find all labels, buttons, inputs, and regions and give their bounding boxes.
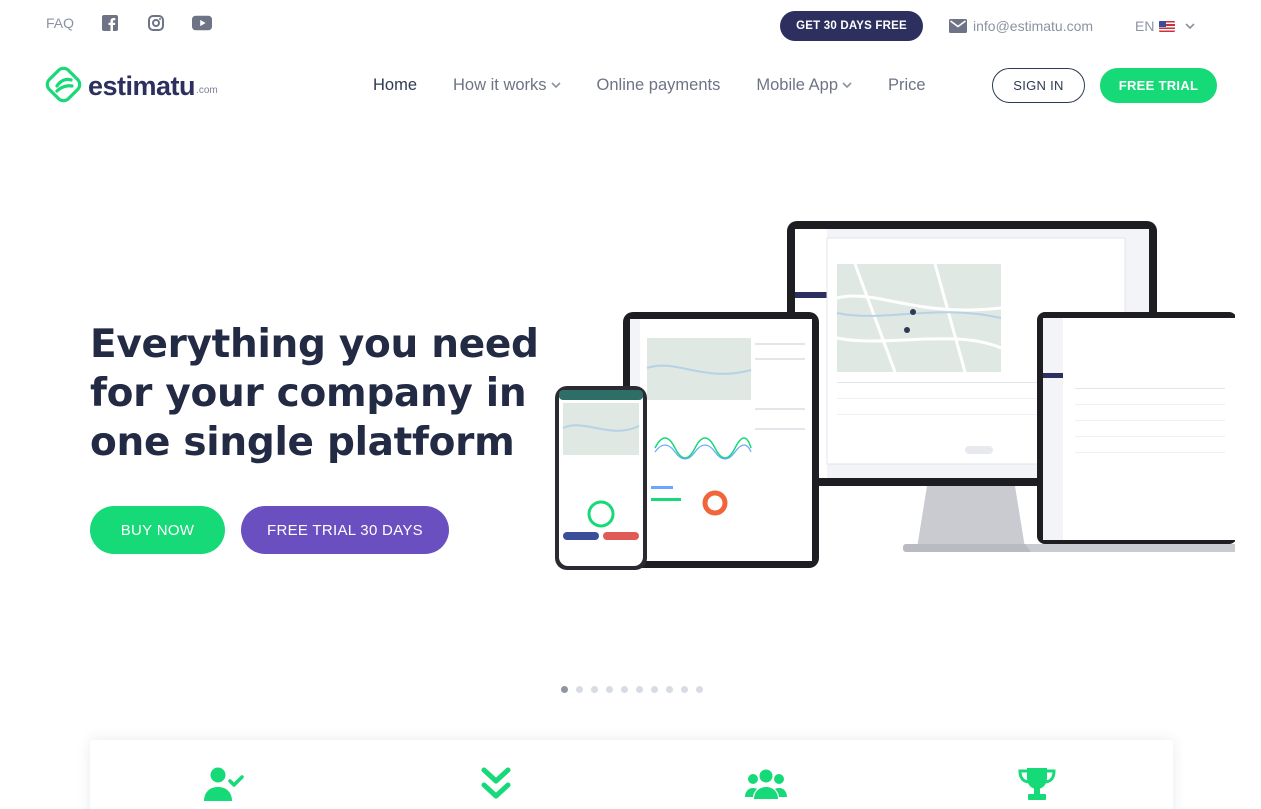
nav-item-price[interactable]: Price <box>888 76 926 95</box>
nav-item-mobile-app[interactable]: Mobile App <box>756 76 852 95</box>
main-nav: Home How it works Online payments Mobile… <box>373 72 962 98</box>
free-trial-button[interactable]: FREE TRIAL <box>1100 68 1217 103</box>
logo-suffix: .com <box>196 85 218 96</box>
mail-icon <box>949 19 967 33</box>
sign-in-button[interactable]: SIGN IN <box>992 68 1085 103</box>
free-trial-30-days-button[interactable]: FREE TRIAL 30 DAYS <box>241 506 449 554</box>
carousel-dot[interactable] <box>681 686 688 693</box>
carousel-dot[interactable] <box>636 686 643 693</box>
get-30-days-free-button[interactable]: GET 30 DAYS FREE <box>780 11 923 41</box>
nav-item-home[interactable]: Home <box>373 76 417 95</box>
carousel-dots <box>561 686 703 693</box>
features-card <box>90 740 1173 809</box>
carousel-dot[interactable] <box>606 686 613 693</box>
nav-item-how-it-works[interactable]: How it works <box>453 76 561 95</box>
users-group-icon <box>745 766 787 802</box>
hero-headline: Everything you need for your company in … <box>90 322 539 465</box>
devices-illustration <box>555 218 1235 578</box>
email-link[interactable]: info@estimatu.com <box>949 18 1093 34</box>
carousel-dot[interactable] <box>621 686 628 693</box>
chevron-down-icon <box>842 82 852 88</box>
topbar-right: GET 30 DAYS FREE info@estimatu.com EN <box>780 11 1195 41</box>
laptop-image <box>1025 312 1235 552</box>
youtube-icon[interactable] <box>192 13 212 33</box>
user-check-icon <box>203 766 245 802</box>
chevron-down-icon <box>550 82 561 88</box>
carousel-dot[interactable] <box>666 686 673 693</box>
trophy-icon <box>1016 766 1058 802</box>
us-flag-icon <box>1158 20 1175 32</box>
carousel-dot[interactable] <box>561 686 568 693</box>
instagram-icon[interactable] <box>146 13 166 33</box>
email-text: info@estimatu.com <box>973 18 1094 34</box>
faq-link[interactable]: FAQ <box>46 15 100 31</box>
facebook-icon[interactable] <box>100 13 120 33</box>
buy-now-button[interactable]: BUY NOW <box>90 506 225 554</box>
chevron-down-icon <box>1184 23 1195 29</box>
carousel-dot[interactable] <box>696 686 703 693</box>
logo-wordmark: estimatu <box>88 71 196 101</box>
carousel-dot[interactable] <box>651 686 658 693</box>
topbar-left: FAQ <box>46 13 238 33</box>
nav-item-online-payments[interactable]: Online payments <box>597 76 721 95</box>
tablet-image <box>623 312 819 568</box>
carousel-dot[interactable] <box>591 686 598 693</box>
estimatu-logo-icon <box>45 66 82 103</box>
double-chevron-down-icon <box>475 766 517 802</box>
carousel-dot[interactable] <box>576 686 583 693</box>
language-selector[interactable]: EN <box>1135 18 1195 34</box>
estimatu-logo[interactable]: estimatu .com <box>45 64 218 106</box>
phone-image <box>555 386 647 570</box>
language-code: EN <box>1135 18 1155 34</box>
